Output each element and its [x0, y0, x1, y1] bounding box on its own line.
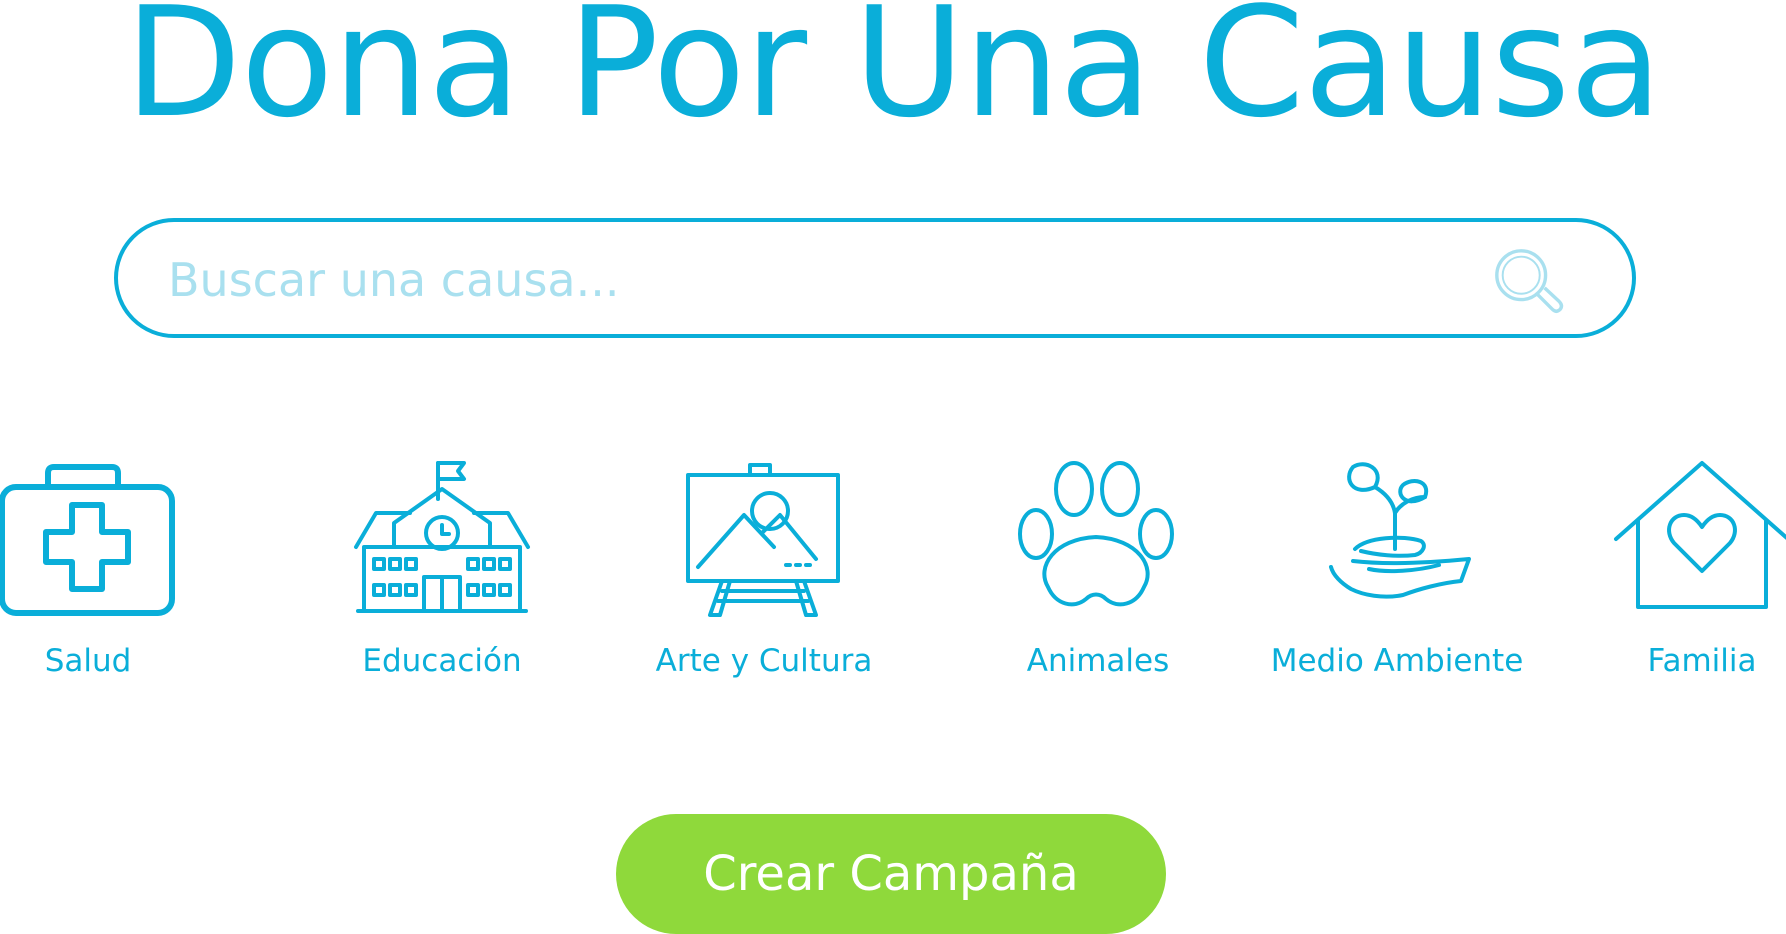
- category-familia[interactable]: Familia: [1552, 455, 1786, 695]
- paw-icon: [1018, 461, 1174, 607]
- category-arte-y-cultura[interactable]: Arte y Cultura: [614, 455, 914, 695]
- category-animales[interactable]: Animales: [948, 455, 1248, 695]
- category-label: Familia: [1647, 643, 1757, 679]
- category-salud[interactable]: Salud: [0, 455, 238, 695]
- create-campaign-button[interactable]: Crear Campaña: [616, 814, 1166, 934]
- search-input[interactable]: [166, 244, 1470, 316]
- category-educacion[interactable]: Educación: [292, 455, 592, 695]
- category-list: Salud Educación Arte y Cultura Animales …: [0, 455, 1786, 695]
- category-label: Animales: [1026, 643, 1170, 679]
- category-medio-ambiente[interactable]: Medio Ambiente: [1247, 455, 1547, 695]
- page: Dona Por Una Causa Salud: [0, 0, 1786, 934]
- search-icon[interactable]: [1490, 244, 1568, 322]
- first-aid-kit-icon: [0, 464, 175, 616]
- category-label: Salud: [44, 643, 132, 679]
- category-label: Educación: [362, 643, 522, 679]
- school-icon: [354, 461, 530, 613]
- category-label: Arte y Cultura: [655, 643, 873, 679]
- easel-icon: [686, 463, 840, 617]
- plant-in-hand-icon: [1329, 462, 1471, 599]
- category-label: Medio Ambiente: [1270, 643, 1524, 679]
- house-heart-icon: [1614, 461, 1786, 609]
- page-title: Dona Por Una Causa: [124, 0, 1663, 151]
- search-bar[interactable]: [114, 218, 1636, 338]
